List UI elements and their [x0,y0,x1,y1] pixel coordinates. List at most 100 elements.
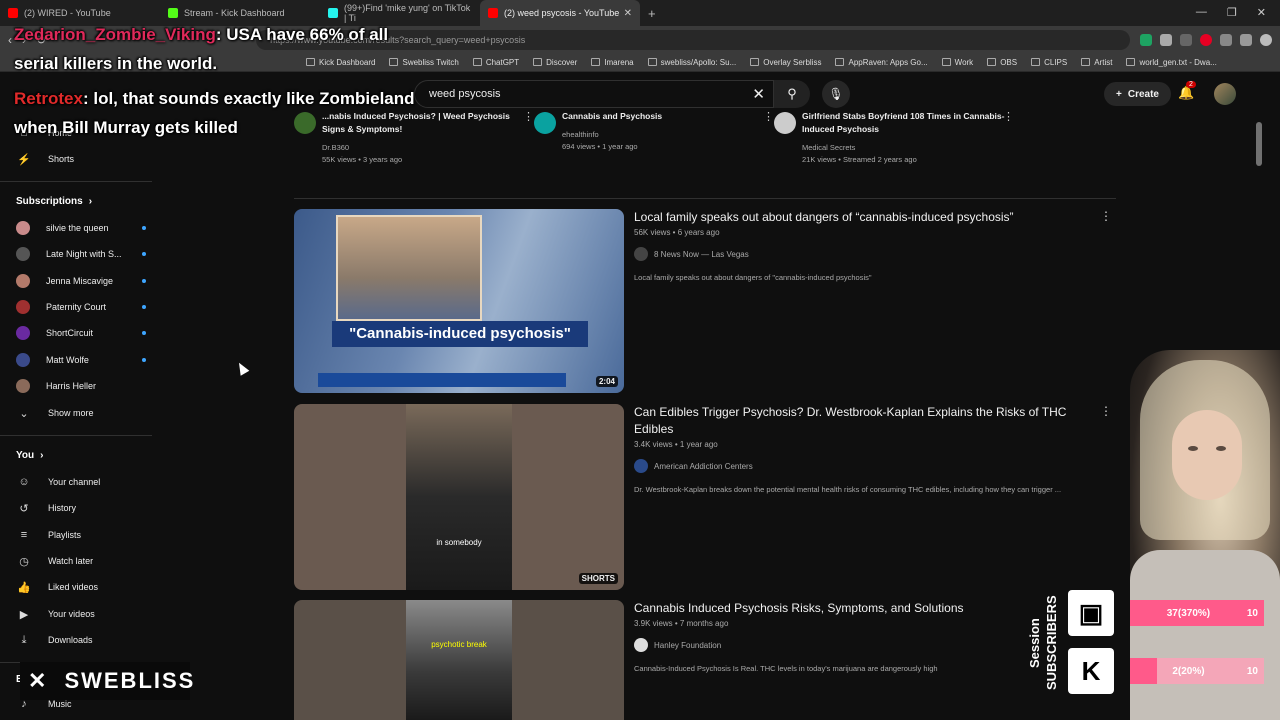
video-channel[interactable]: ehealthinfo [562,129,662,141]
sidebar-item-subscription[interactable]: Jenna Miscavige [16,270,146,292]
subscriptions-header[interactable]: Subscriptions › [16,196,92,207]
sidebar-item-playlists[interactable]: ≡ Playlists [16,524,146,546]
video-card[interactable]: Girlfriend Stabs Boyfriend 108 Times in … [774,110,1014,170]
mouse-cursor-icon [234,360,250,376]
bookmark-folder[interactable]: Artist [1081,58,1112,67]
sidebar-item-your-channel[interactable]: ☺ Your channel [16,471,146,493]
news-ticker [318,373,566,387]
close-window-icon[interactable]: ✕ [1257,6,1266,19]
page-scrollbar[interactable] [1256,122,1262,166]
notification-badge: 2 [1186,81,1196,88]
video-description: Local family speaks out about dangers of… [634,273,872,282]
divider [0,181,152,182]
search-button[interactable]: ⚲ [774,80,810,108]
sidebar-item-watch-later[interactable]: ◷ Watch later [16,550,146,572]
sidebar-show-more[interactable]: ⌄ Show more [16,402,146,424]
clear-search-icon[interactable]: ✕ [752,85,765,103]
thumbnail-caption: psychotic break [431,640,487,649]
bookmark-item[interactable]: ChatGPT [472,58,519,67]
more-options-icon[interactable]: ⋮ [1003,110,1014,123]
bookmark-item[interactable]: Overlay Serbliss [750,58,821,67]
more-options-icon[interactable]: ⋮ [1100,404,1112,418]
tab-weed-psycosis[interactable]: (2) weed psycosis - YouTube ✕ [480,0,640,26]
video-channel[interactable]: Medical Secrets [802,142,1014,154]
video-result[interactable]: "Cannabis-induced psychosis" 2:04 Local … [294,209,1118,393]
bookmark-item[interactable]: Discover [533,58,577,67]
extension-icon[interactable] [1140,33,1152,46]
extension-icon[interactable] [1160,33,1172,46]
bookmark-item[interactable]: world_gen.txt - Dwa... [1126,58,1217,67]
video-thumbnail[interactable]: psychotic break [294,600,624,720]
you-header[interactable]: You › [16,450,44,461]
bookmark-folder[interactable]: OBS [987,58,1017,67]
chat-username: Zedarion_Zombie_Viking [14,25,216,44]
video-result[interactable]: psychotic break Cannabis Induced Psychos… [294,600,1118,720]
video-result[interactable]: in somebody SHORTS Can Edibles Trigger P… [294,404,1118,590]
video-title[interactable]: Local family speaks out about dangers of… [634,209,1104,226]
sidebar-item-subscription[interactable]: Paternity Court [16,296,146,318]
kick-icon [168,8,178,18]
bookmark-folder[interactable]: CLIPS [1031,58,1067,67]
close-tab-icon[interactable]: ✕ [624,8,632,19]
search-input[interactable]: weed psycosis ✕ [414,80,774,108]
video-title[interactable]: Girlfriend Stabs Boyfriend 108 Times in … [802,110,1014,136]
extensions-puzzle-icon[interactable] [1240,33,1252,46]
sidebar-item-shorts[interactable]: ⚡ Shorts [16,148,146,170]
new-tab-button[interactable]: + [640,6,664,21]
create-button[interactable]: + Create [1104,82,1171,106]
history-icon: ↺ [19,502,29,515]
sidebar-item-your-videos[interactable]: ▶ Your videos [16,603,146,625]
bookmark-item[interactable]: swebliss/Apollo: Su... [647,58,736,67]
bookmark-item[interactable]: Imarena [591,58,634,67]
video-title[interactable]: Can Edibles Trigger Psychosis? Dr. Westb… [634,404,1104,438]
extension-icon[interactable] [1220,33,1232,46]
sidebar-item-subscription[interactable]: Harris Heller [16,375,146,397]
channel-name: Hanley Foundation [654,640,722,650]
session-label: Session SUBSCRIBERS [1027,595,1059,691]
notifications-button[interactable]: 🔔 2 [1178,81,1196,101]
chevron-down-icon: ⌄ [19,407,29,420]
account-avatar[interactable] [1214,83,1236,105]
minimize-icon[interactable]: — [1196,6,1207,19]
bookmark-folder[interactable]: Work [941,58,973,67]
video-channel[interactable]: American Addiction Centers [634,459,1104,473]
video-card[interactable]: Cannabis and Psychosis ehealthinfo 694 v… [534,110,774,170]
video-thumbnail[interactable]: "Cannabis-induced psychosis" 2:04 [294,209,624,393]
profile-icon[interactable] [1260,33,1272,46]
video-description: Dr. Westbrook-Kaplan breaks down the pot… [634,485,1062,494]
maximize-icon[interactable]: ❐ [1227,6,1237,19]
kick-sub-goal-bar: 2(20%) 10 [1130,658,1264,684]
more-options-icon[interactable]: ⋮ [763,110,774,123]
thumbnail-photo [336,215,482,321]
more-options-icon[interactable]: ⋮ [523,110,534,123]
back-icon[interactable]: ‹ [8,33,12,47]
channel-avatar [634,638,648,652]
voice-search-button[interactable]: 🎙 [822,80,850,108]
sidebar-item-subscription[interactable]: ShortCircuit [16,322,146,344]
extension-icon[interactable] [1180,33,1192,46]
twitch-sub-goal: 10 [1246,607,1258,619]
more-options-icon[interactable]: ⋮ [1100,209,1112,223]
video-thumbnail[interactable]: in somebody SHORTS [294,404,624,590]
x-logo-icon: ✕ [28,668,47,693]
sidebar-item-subscription[interactable]: silvie the queen [16,217,146,239]
sidebar-item-label: Matt Wolfe [46,355,89,365]
pinterest-icon[interactable] [1200,33,1212,46]
video-card-info: Cannabis and Psychosis ehealthinfo 694 v… [562,110,662,170]
sidebar-item-downloads[interactable]: ⤓ Downloads [16,629,146,651]
sidebar-item-history[interactable]: ↺ History [16,497,146,519]
sidebar-item-liked-videos[interactable]: 👍 Liked videos [16,576,146,598]
video-channel[interactable]: Dr.B360 [322,142,534,154]
sidebar-item-subscription[interactable]: Matt Wolfe [16,349,146,371]
video-channel[interactable]: 8 News Now — Las Vegas [634,247,1104,261]
video-title[interactable]: Cannabis and Psychosis [562,110,662,123]
sidebar-item-subscription[interactable]: Late Night with S... [16,243,146,265]
bookmark-label: AppRaven: Apps Go... [848,57,928,67]
sidebar-item-label: Shorts [48,154,75,164]
chat-message: Retrotex: lol, that sounds exactly like … [14,84,434,142]
plus-icon: + [1116,88,1122,100]
sidebar-item-label: History [48,503,77,513]
channel-avatar [634,247,648,261]
bookmark-label: Discover [546,57,578,67]
bookmark-item[interactable]: AppRaven: Apps Go... [835,57,928,67]
